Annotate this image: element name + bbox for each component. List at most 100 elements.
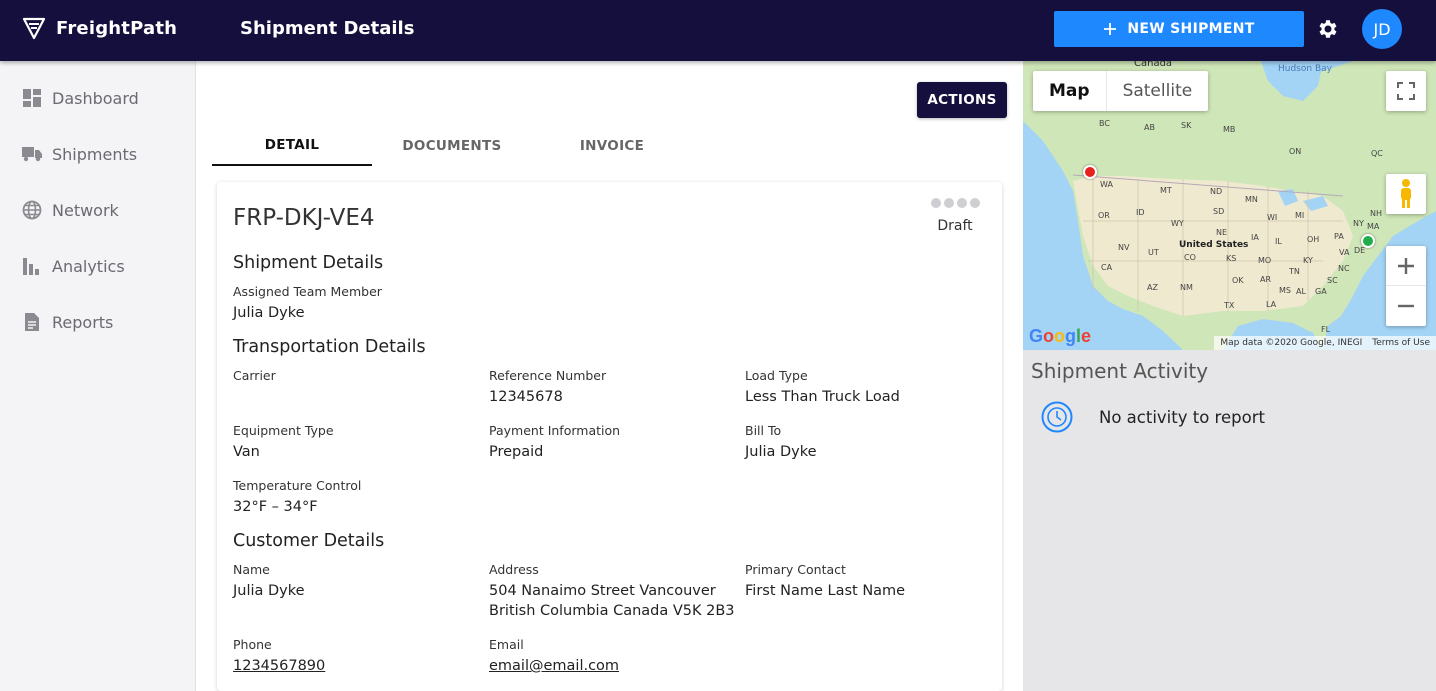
map-type-map-button[interactable]: Map bbox=[1033, 71, 1106, 111]
shipment-card: FRP-DKJ-VE4 Draft Shipment Details Assig… bbox=[217, 182, 1002, 691]
sidebar-item-label: Shipments bbox=[52, 144, 138, 164]
field-value: Prepaid bbox=[489, 444, 544, 460]
map-label-wa: WA bbox=[1100, 180, 1113, 189]
map-label-wi: WI bbox=[1267, 213, 1278, 222]
shipment-id: FRP-DKJ-VE4 bbox=[233, 205, 375, 231]
avatar[interactable]: JD bbox=[1362, 9, 1402, 49]
map-type-satellite-button[interactable]: Satellite bbox=[1105, 71, 1209, 111]
map-label-mn: MN bbox=[1245, 195, 1258, 204]
actions-button[interactable]: ACTIONS bbox=[917, 82, 1007, 118]
bar-chart-icon bbox=[23, 258, 39, 275]
map-label-ok: OK bbox=[1232, 276, 1244, 285]
address-line-2: British Columbia Canada V5K 2B3 bbox=[489, 603, 735, 619]
sidebar: Dashboard Shipments Network Analytics Re… bbox=[0, 61, 196, 691]
street-view-button[interactable] bbox=[1386, 174, 1426, 214]
map-label-ga: GA bbox=[1315, 287, 1327, 296]
google-logo[interactable]: Google bbox=[1029, 326, 1091, 347]
map-label-va: VA bbox=[1339, 248, 1350, 257]
map-label-ny: NY bbox=[1353, 219, 1364, 228]
field-phone: Phone 1234567890 bbox=[233, 637, 325, 676]
map-label-mi: MI bbox=[1295, 211, 1305, 220]
pegman-icon bbox=[1401, 179, 1411, 208]
zoom-in-button[interactable] bbox=[1386, 246, 1426, 286]
map-label-bc: BC bbox=[1099, 119, 1110, 128]
map-label-on: ON bbox=[1289, 147, 1302, 156]
truck-icon bbox=[22, 147, 42, 162]
map-label-al: AL bbox=[1296, 287, 1306, 296]
sidebar-item-label: Network bbox=[52, 200, 119, 220]
tab-detail[interactable]: DETAIL bbox=[212, 125, 372, 166]
map-label-il: IL bbox=[1275, 237, 1282, 246]
status-dot bbox=[969, 198, 980, 208]
tab-invoice[interactable]: INVOICE bbox=[532, 125, 692, 166]
address-line-1: 504 Nanaimo Street Vancouver bbox=[489, 583, 716, 599]
zoom-control bbox=[1386, 246, 1426, 326]
map[interactable]: Canada Hudson Bay BC AB SK MB ON QC WA M… bbox=[1023, 61, 1436, 350]
map-label-mo: MO bbox=[1258, 256, 1272, 265]
map-label-nc: NC bbox=[1338, 264, 1350, 273]
map-label-sc: SC bbox=[1327, 276, 1338, 285]
email-link[interactable]: email@email.com bbox=[489, 656, 619, 676]
section-title-customer: Customer Details bbox=[233, 531, 385, 551]
map-label-de: DE bbox=[1354, 246, 1366, 255]
field-name: Name Julia Dyke bbox=[233, 562, 305, 601]
map-label-sk: SK bbox=[1181, 121, 1192, 130]
sidebar-item-shipments[interactable]: Shipments bbox=[0, 132, 195, 176]
field-label: Phone bbox=[233, 637, 272, 652]
field-address: Address 504 Nanaimo Street Vancouver Bri… bbox=[489, 562, 735, 621]
field-label: Carrier bbox=[233, 368, 276, 383]
map-label-mb: MB bbox=[1223, 125, 1236, 134]
sidebar-item-reports[interactable]: Reports bbox=[0, 300, 195, 344]
freightpath-logo-icon bbox=[22, 17, 46, 40]
map-label-pa: PA bbox=[1334, 232, 1344, 241]
sidebar-item-label: Analytics bbox=[52, 256, 125, 276]
clock-icon bbox=[1041, 401, 1073, 433]
map-label-ky: KY bbox=[1303, 256, 1313, 265]
status-indicator: Draft bbox=[925, 198, 985, 234]
field-label: Load Type bbox=[745, 368, 808, 383]
status-dot bbox=[956, 198, 967, 208]
map-label-id: ID bbox=[1136, 208, 1145, 217]
map-label-canada: Canada bbox=[1134, 61, 1173, 69]
field-label: Temperature Control bbox=[233, 478, 362, 493]
new-shipment-label: NEW SHIPMENT bbox=[1127, 21, 1255, 37]
map-label-nh: NH bbox=[1370, 209, 1382, 218]
map-label-oh: OH bbox=[1307, 235, 1320, 244]
field-label: Payment Information bbox=[489, 423, 621, 438]
phone-link[interactable]: 1234567890 bbox=[233, 656, 325, 676]
map-footer: Map data ©2020 Google, INEGI Terms of Us… bbox=[1214, 336, 1436, 350]
field-label: Bill To bbox=[745, 423, 782, 438]
field-payment-information: Payment Information Prepaid bbox=[489, 423, 620, 462]
map-label-ab: AB bbox=[1144, 123, 1155, 132]
field-load-type: Load Type Less Than Truck Load bbox=[745, 368, 900, 407]
map-label-sd: SD bbox=[1213, 207, 1225, 216]
brand[interactable]: FreightPath bbox=[22, 16, 177, 40]
field-value: First Name Last Name bbox=[745, 583, 906, 599]
plus-icon bbox=[1398, 257, 1414, 274]
gear-icon[interactable] bbox=[1316, 17, 1340, 41]
origin-marker[interactable] bbox=[1083, 165, 1097, 179]
map-label-az: AZ bbox=[1147, 283, 1158, 292]
map-label-nd: ND bbox=[1210, 187, 1223, 196]
field-bill-to: Bill To Julia Dyke bbox=[745, 423, 817, 462]
fullscreen-icon bbox=[1397, 82, 1415, 100]
minus-icon bbox=[1398, 304, 1414, 308]
sidebar-item-dashboard[interactable]: Dashboard bbox=[0, 76, 195, 120]
fullscreen-button[interactable] bbox=[1386, 71, 1426, 111]
map-label-tn: TN bbox=[1289, 267, 1300, 276]
field-label: Primary Contact bbox=[745, 562, 846, 577]
destination-marker[interactable] bbox=[1361, 234, 1375, 248]
map-label-fl: FL bbox=[1321, 325, 1331, 334]
tab-bar: DETAIL DOCUMENTS INVOICE bbox=[212, 125, 692, 166]
terms-link[interactable]: Terms of Use bbox=[1372, 338, 1430, 348]
field-email: Email email@email.com bbox=[489, 637, 619, 676]
sidebar-item-network[interactable]: Network bbox=[0, 188, 195, 232]
field-value: 32°F – 34°F bbox=[233, 499, 318, 515]
map-label-mt: MT bbox=[1160, 186, 1172, 195]
tab-documents[interactable]: DOCUMENTS bbox=[372, 125, 532, 166]
sidebar-item-analytics[interactable]: Analytics bbox=[0, 244, 195, 288]
new-shipment-button[interactable]: NEW SHIPMENT bbox=[1054, 11, 1304, 47]
zoom-out-button[interactable] bbox=[1386, 286, 1426, 326]
field-assigned-team-member: Assigned Team Member Julia Dyke bbox=[233, 284, 382, 323]
map-label-ut: UT bbox=[1148, 248, 1159, 257]
